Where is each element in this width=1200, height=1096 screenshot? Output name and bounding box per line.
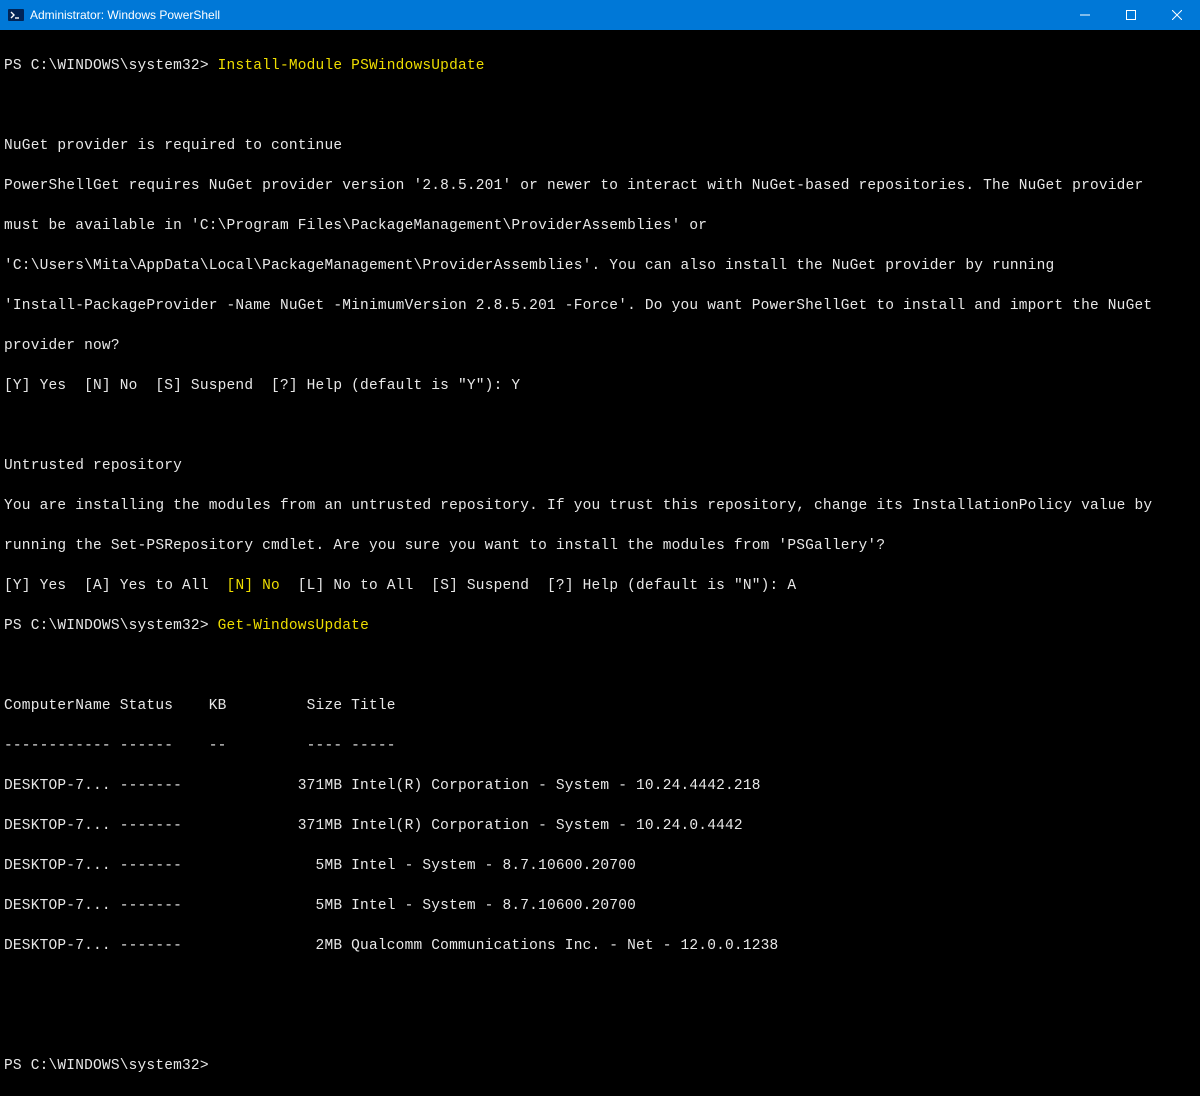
prompt: PS C:\WINDOWS\system32> [4,1058,209,1074]
command-text: Install-Module PSWindowsUpdate [218,58,485,74]
prompt-choices: [Y] Yes [A] Yes to All [4,578,227,594]
output-line: provider now? [4,336,1196,356]
table-row: DESKTOP-7... ------- 2MB Qualcomm Commun… [4,936,1196,956]
table-row: DESKTOP-7... ------- 5MB Intel - System … [4,856,1196,876]
minimize-button[interactable] [1062,0,1108,30]
section-header: Untrusted repository [4,456,1196,476]
section-header: NuGet provider is required to continue [4,136,1196,156]
table-row: DESKTOP-7... ------- 371MB Intel(R) Corp… [4,776,1196,796]
prompt: PS C:\WINDOWS\system32> [4,618,209,634]
output-line: You are installing the modules from an u… [4,496,1196,516]
prompt-choices: [L] No to All [S] Suspend [?] Help (defa… [280,578,796,594]
window-title: Administrator: Windows PowerShell [30,8,1062,22]
command-text: Get-WindowsUpdate [218,618,369,634]
prompt: PS C:\WINDOWS\system32> [4,58,209,74]
output-line: 'Install-PackageProvider -Name NuGet -Mi… [4,296,1196,316]
table-row: DESKTOP-7... ------- 371MB Intel(R) Corp… [4,816,1196,836]
table-divider: ------------ ------ -- ---- ----- [4,736,1196,756]
maximize-button[interactable] [1108,0,1154,30]
output-line: 'C:\Users\Mita\AppData\Local\PackageMana… [4,256,1196,276]
window-titlebar[interactable]: Administrator: Windows PowerShell [0,0,1200,30]
table-row: DESKTOP-7... ------- 5MB Intel - System … [4,896,1196,916]
window-controls [1062,0,1200,30]
output-line: must be available in 'C:\Program Files\P… [4,216,1196,236]
powershell-icon [8,7,24,23]
table-header: ComputerName Status KB Size Title [4,696,1196,716]
highlighted-choice: [N] No [227,578,280,594]
prompt-choices: [Y] Yes [N] No [S] Suspend [?] Help (def… [4,376,1196,396]
close-button[interactable] [1154,0,1200,30]
output-line: PowerShellGet requires NuGet provider ve… [4,176,1196,196]
output-line: running the Set-PSRepository cmdlet. Are… [4,536,1196,556]
terminal-output[interactable]: PS C:\WINDOWS\system32> Install-Module P… [0,30,1200,555]
